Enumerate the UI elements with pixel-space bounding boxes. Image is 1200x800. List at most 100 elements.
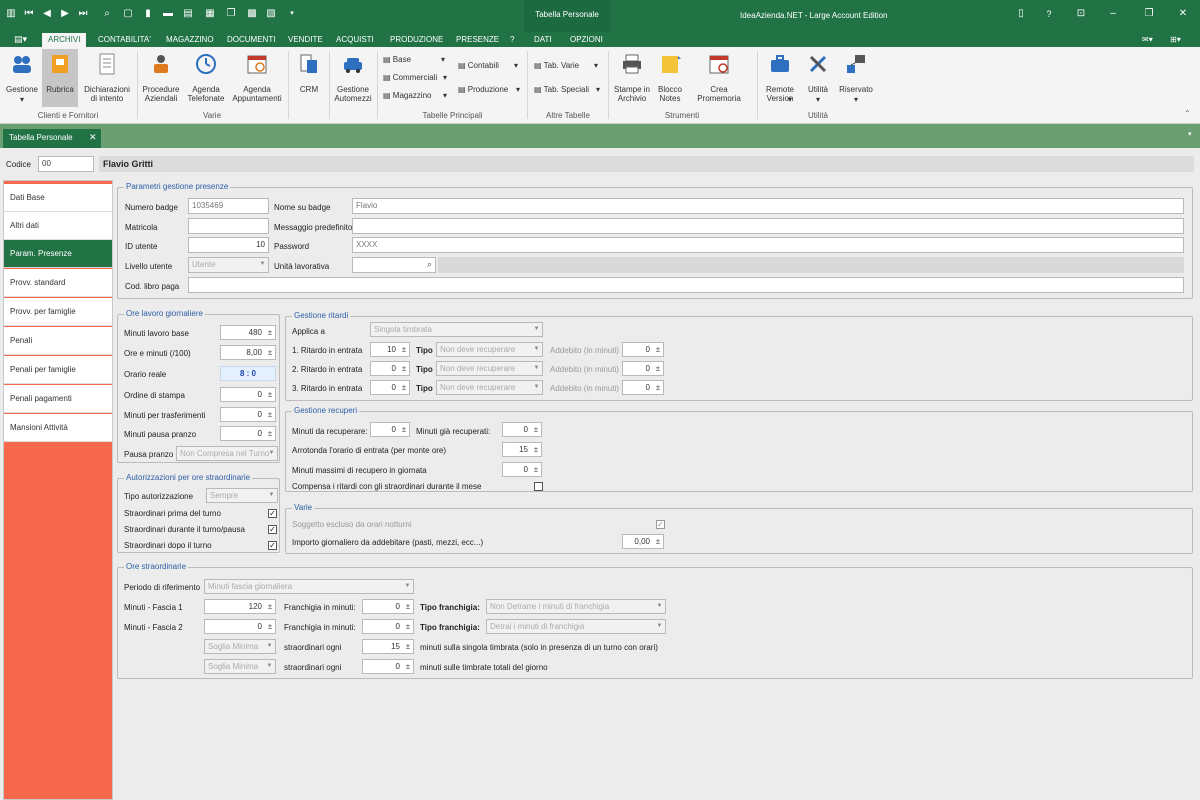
close-icon[interactable]: ✕ [1178, 9, 1188, 19]
tipo3-select[interactable]: Non deve recuperare ▼ [436, 380, 543, 395]
livello-utente-select[interactable]: Utente ▼ [188, 257, 269, 273]
nav-penali-pagamenti[interactable]: Penali pagamenti [4, 385, 112, 413]
layout-icon[interactable]: ⊞▾ [1164, 33, 1187, 46]
produzione-button[interactable]: ▤ Produzione ▾ [458, 85, 520, 95]
spin-icon[interactable]: ± [266, 428, 274, 439]
nav-param-presenze[interactable]: Param. Presenze [4, 240, 112, 268]
menu-contabilita[interactable]: CONTABILITA' [92, 33, 157, 46]
menu-help[interactable]: ? [504, 33, 520, 46]
soggetto-escluso-checkbox[interactable]: ✓ [656, 520, 665, 529]
spin-icon[interactable]: ± [266, 327, 274, 338]
spin-icon[interactable]: ± [654, 363, 662, 374]
copy-icon[interactable]: ❐ [226, 9, 236, 19]
tab-varie-button[interactable]: ▤ Tab. Varie ▾ [534, 61, 598, 71]
customize-qa-icon[interactable]: ▾ [287, 9, 297, 19]
ribbon-display-icon[interactable]: ⊡ [1076, 9, 1086, 19]
spin-icon[interactable]: ± [400, 424, 408, 435]
procedure-button[interactable]: Procedure Aziendali [140, 49, 182, 107]
stampe-archivio-button[interactable]: Stampe in Archivio [612, 49, 652, 107]
gestione-automezzi-button[interactable]: Gestione Automezzi [332, 49, 374, 107]
periodo-select[interactable]: Minuti fascia giornaliera ▼ [204, 579, 414, 594]
applica-select[interactable]: Singola timbrata ▼ [370, 322, 543, 337]
spin-icon[interactable]: ± [404, 641, 412, 652]
remote-version-button[interactable]: Remote Version ▾ [760, 49, 800, 107]
ritardo1-input[interactable]: 10 ± [370, 342, 410, 357]
ore-minuti-input[interactable]: 8,00 ± [220, 345, 276, 360]
crm-button[interactable]: CRM [292, 49, 326, 107]
nav-penali[interactable]: Penali [4, 327, 112, 355]
ordine-stampa-input[interactable]: 0 ± [220, 387, 276, 402]
spin-icon[interactable]: ± [532, 424, 540, 435]
calc-icon[interactable]: ▦ [205, 9, 215, 19]
orario-reale-input[interactable]: 8 : 0 [220, 366, 276, 381]
password-input[interactable]: XXXX [352, 237, 1184, 253]
soglia2-select[interactable]: Soglia Minima ▼ [204, 659, 276, 674]
ritardo3-input[interactable]: 0 ± [370, 380, 410, 395]
spin-icon[interactable]: ± [266, 389, 274, 400]
addebito2-input[interactable]: 0 ± [622, 361, 664, 376]
search-icon[interactable]: ⌕ [102, 9, 112, 19]
search-icon[interactable]: ⌕ [425, 259, 434, 270]
riservato-button[interactable]: Riservato ▾ [836, 49, 876, 107]
spin-icon[interactable]: ± [400, 382, 408, 393]
spin-icon[interactable]: ± [404, 661, 412, 672]
spin-icon[interactable]: ± [400, 344, 408, 355]
menu-archivi[interactable]: ARCHIVI [42, 33, 87, 47]
next-record-icon[interactable]: ▶ [60, 9, 70, 19]
tipo-franchigia1-select[interactable]: Non Detrarre i minuti di franchigia ▼ [486, 599, 666, 614]
dichiarazioni-button[interactable]: Dichiarazioni di intento [80, 49, 134, 107]
tipo-franchigia2-select[interactable]: Detrai i minuti di franchigia ▼ [486, 619, 666, 634]
nav-provv-standard[interactable]: Provv. standard [4, 269, 112, 297]
menu-vendite[interactable]: VENDITE [282, 33, 329, 46]
book-icon[interactable]: ▩ [247, 9, 257, 19]
ogni1-input[interactable]: 15 ± [362, 639, 414, 654]
close-tab-icon[interactable]: ✕ [89, 132, 97, 143]
last-record-icon[interactable]: ⏭ [78, 9, 88, 19]
print-icon[interactable]: ▤ [183, 9, 193, 19]
minimize-icon[interactable]: – [1108, 9, 1118, 19]
minuti-da-recuperare-input[interactable]: 0 ± [370, 422, 410, 437]
nav-penali-famiglie[interactable]: Penali per famiglie [4, 356, 112, 384]
prev-record-icon[interactable]: ◀ [42, 9, 52, 19]
tabs-dropdown-icon[interactable]: ▾ [1188, 130, 1192, 138]
menu-dati[interactable]: DATI [528, 33, 558, 46]
franchigia2-input[interactable]: 0 ± [362, 619, 414, 634]
numero-badge-input[interactable]: 1035469 [188, 198, 269, 214]
first-record-icon[interactable]: ⏮ [24, 9, 34, 19]
franchigia1-input[interactable]: 0 ± [362, 599, 414, 614]
compensa-checkbox[interactable] [534, 482, 543, 491]
ogni2-input[interactable]: 0 ± [362, 659, 414, 674]
tipo1-select[interactable]: Non deve recuperare ▼ [436, 342, 543, 357]
crea-promemoria-button[interactable]: Crea Promemoria [688, 49, 750, 107]
pausa-pranzo-select[interactable]: Non Compresa nel Turno ▼ [176, 446, 278, 461]
app-icon[interactable]: ▥ [6, 9, 16, 19]
matricola-input[interactable] [188, 218, 269, 234]
durante-turno-checkbox[interactable]: ✓ [268, 525, 277, 534]
base-button[interactable]: ▤ Base ▾ [383, 55, 445, 65]
blocco-notes-button[interactable]: Blocco Notes [654, 49, 686, 107]
importo-input[interactable]: 0,00 ± [622, 534, 664, 549]
minuti-massimi-input[interactable]: 0 ± [502, 462, 542, 477]
excel-icon[interactable]: ▧ [266, 9, 276, 19]
agenda-appuntamenti-button[interactable]: Agenda Appuntamenti [230, 49, 284, 107]
fascia1-input[interactable]: 120 ± [204, 599, 276, 614]
restore-icon[interactable]: ❐ [1144, 9, 1154, 19]
utilita-button[interactable]: Utilità ▾ [802, 49, 834, 107]
spin-icon[interactable]: ± [654, 382, 662, 393]
spin-icon[interactable]: ± [532, 444, 540, 455]
spin-icon[interactable]: ± [404, 601, 412, 612]
menu-documenti[interactable]: DOCUMENTI [221, 33, 281, 46]
collapse-ribbon-icon[interactable]: ⌃ [1184, 109, 1191, 118]
prima-turno-checkbox[interactable]: ✓ [268, 509, 277, 518]
agenda-telefonate-button[interactable]: Agenda Telefonate [184, 49, 228, 107]
addebito1-input[interactable]: 0 ± [622, 342, 664, 357]
minuti-base-input[interactable]: 480 ± [220, 325, 276, 340]
spin-icon[interactable]: ± [654, 536, 662, 547]
commerciali-button[interactable]: ▤ Commerciali ▾ [383, 73, 447, 83]
delete-icon[interactable]: ▮ [143, 9, 153, 19]
spin-icon[interactable]: ± [532, 464, 540, 475]
new-doc-icon[interactable]: ▢ [123, 9, 133, 19]
nome-badge-input[interactable]: Flavio [352, 198, 1184, 214]
spin-icon[interactable]: ± [266, 409, 274, 420]
file-icon[interactable]: ▯ [1016, 9, 1026, 19]
